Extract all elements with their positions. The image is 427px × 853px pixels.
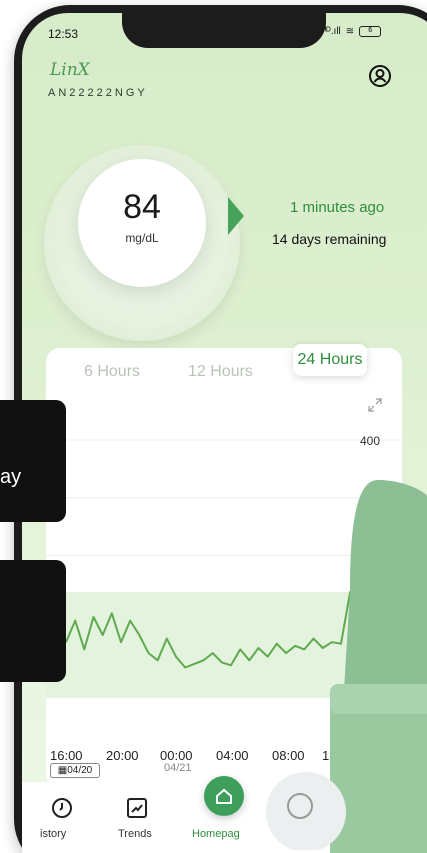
trends-icon[interactable] (125, 796, 149, 820)
phone-notch (122, 10, 326, 48)
glucose-unit: mg/dL (125, 231, 159, 245)
status-time: 12:53 (48, 27, 79, 41)
date-chip[interactable]: ▦04/20 (50, 763, 100, 778)
trend-arrow-icon (228, 197, 244, 235)
x-tick-label: 04:00 (216, 748, 249, 763)
glucose-value: 84 (123, 188, 161, 226)
y-tick-label: 400 (360, 434, 381, 448)
x-tick-label: 16:00 (50, 748, 83, 763)
stage: 12:53 ᴴᴰ.ıll ≋ 6 LinX AN22222NGY 84 mg/d… (0, 0, 427, 853)
x-tick-label: 00:00 (160, 748, 193, 763)
battery-icon: 6 (359, 26, 382, 37)
profile-icon[interactable] (368, 64, 392, 88)
overlay-text: ay (0, 466, 22, 488)
overlay-box (0, 560, 66, 682)
nav-home-label[interactable]: Homepag (192, 828, 240, 840)
home-button[interactable] (204, 776, 244, 816)
home-icon (216, 788, 232, 804)
tab-24-hours[interactable]: 24 Hours (293, 344, 367, 376)
wifi-icon: ≋ (345, 26, 355, 37)
tab-6-hours[interactable]: 6 Hours (84, 363, 140, 381)
sensor-serial: AN22222NGY (48, 87, 148, 99)
date-label: 04/20 (67, 765, 93, 776)
x-tick-label: 08:00 (272, 748, 305, 763)
status-icons: ᴴᴰ.ıll ≋ 6 (322, 26, 382, 37)
overlay-box (0, 400, 66, 522)
tab-12-hours[interactable]: 12 Hours (188, 363, 253, 381)
nav-history-label[interactable]: istory (40, 828, 66, 840)
app-logo: LinX (50, 60, 90, 80)
history-icon[interactable] (50, 796, 74, 820)
x-tick-label: 1 (322, 748, 330, 763)
signal-icon: ᴴᴰ.ıll (322, 26, 341, 37)
sensor-disc (266, 772, 346, 850)
last-reading-time: 1 minutes ago (290, 199, 385, 216)
date-label: 04/21 (164, 762, 192, 774)
x-tick-label: 20:00 (106, 748, 139, 763)
nav-trends-label[interactable]: Trends (118, 828, 152, 840)
sensor-days-remaining: 14 days remaining (272, 231, 387, 247)
